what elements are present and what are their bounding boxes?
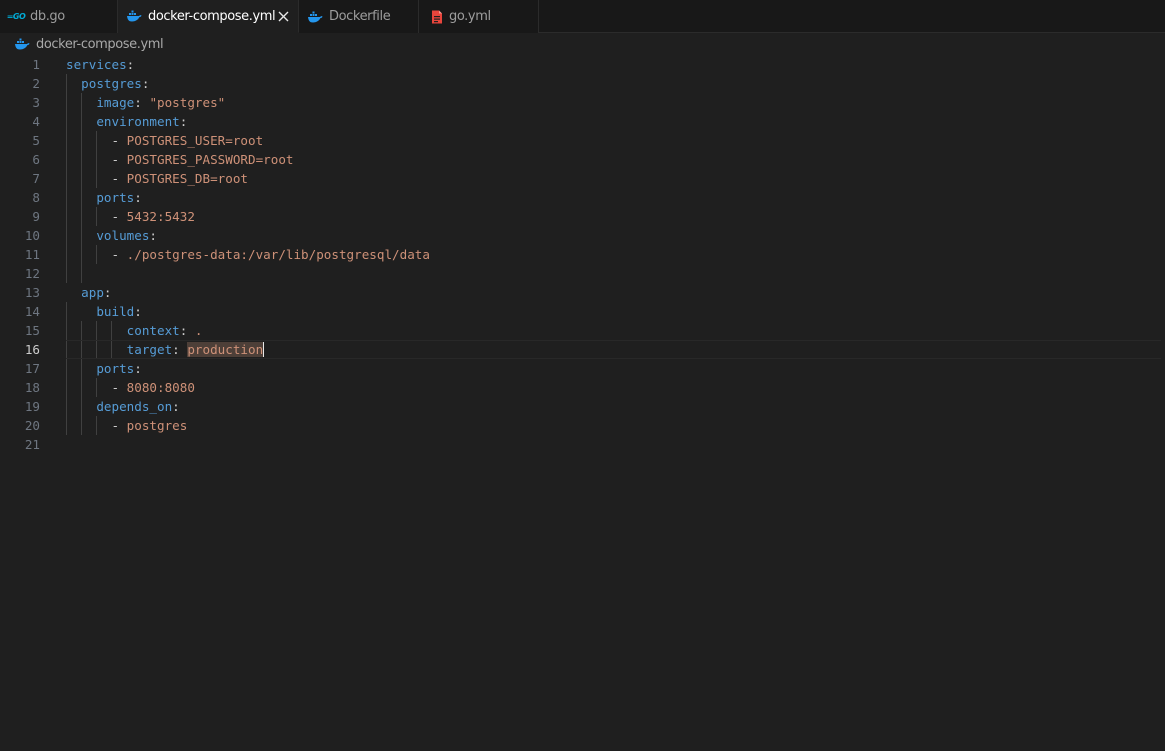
- code-line: 9 - 5432:5432: [0, 207, 1165, 226]
- editor-tab-bar: =GO db.go docker-compose.yml Dockerfile …: [0, 0, 1165, 33]
- code-line: 8 ports:: [0, 188, 1165, 207]
- tab-dockerfile[interactable]: Dockerfile: [299, 0, 419, 33]
- yaml-value: POSTGRES_PASSWORD=root: [126, 152, 294, 167]
- line-number: 14: [24, 304, 40, 319]
- code-line: 13 app:: [0, 283, 1165, 302]
- code-line: 19 depends_on:: [0, 397, 1165, 416]
- yaml-value: "postgres": [149, 95, 226, 110]
- yaml-value: ./postgres-data:/var/lib/postgresql/data: [126, 247, 430, 262]
- code-line: 17 ports:: [0, 359, 1165, 378]
- breadcrumb-file-label[interactable]: docker-compose.yml: [36, 37, 164, 52]
- code-line: 21: [0, 435, 1165, 454]
- yaml-value: 8080:8080: [126, 380, 195, 395]
- line-number: 2: [32, 76, 40, 91]
- line-number: 7: [32, 171, 40, 186]
- line-number: 1: [32, 57, 40, 72]
- code-line-current: 16 target: production: [0, 340, 1165, 359]
- line-number: 8: [32, 190, 40, 205]
- text-cursor: [263, 342, 265, 357]
- line-number: 12: [24, 266, 40, 281]
- tab-label: docker-compose.yml: [148, 8, 276, 24]
- yaml-key: services: [66, 57, 127, 72]
- line-number: 10: [24, 228, 40, 243]
- code-line: 20 - postgres: [0, 416, 1165, 435]
- code-line: 12: [0, 264, 1165, 283]
- docker-icon: [307, 11, 323, 23]
- yaml-key: build: [96, 304, 135, 319]
- yaml-key: postgres: [81, 76, 142, 91]
- code-line: 4 environment:: [0, 112, 1165, 131]
- yaml-key: image: [96, 95, 135, 110]
- go-icon: =GO: [6, 12, 26, 21]
- line-number: 17: [24, 361, 40, 376]
- tab-docker-compose-yml[interactable]: docker-compose.yml: [118, 0, 299, 33]
- code-line: 14 build:: [0, 302, 1165, 321]
- yaml-value: POSTGRES_USER=root: [126, 133, 264, 148]
- tab-db-go[interactable]: =GO db.go: [0, 0, 118, 33]
- code-line: 5 - POSTGRES_USER=root: [0, 131, 1165, 150]
- code-line: 11 - ./postgres-data:/var/lib/postgresql…: [0, 245, 1165, 264]
- code-line: 10 volumes:: [0, 226, 1165, 245]
- line-number: 20: [24, 418, 40, 433]
- line-number: 21: [24, 437, 40, 452]
- yaml-key: volumes: [96, 228, 150, 243]
- line-number: 18: [24, 380, 40, 395]
- line-number: 3: [32, 95, 40, 110]
- line-number: 9: [32, 209, 40, 224]
- yaml-key: ports: [96, 361, 135, 376]
- close-tab-button[interactable]: [276, 8, 290, 24]
- line-number: 15: [24, 323, 40, 338]
- yaml-key: app: [81, 285, 104, 300]
- line-number-current: 16: [24, 342, 40, 357]
- tab-label: db.go: [30, 9, 65, 24]
- docker-icon: [14, 38, 30, 50]
- selected-text[interactable]: production: [187, 342, 264, 357]
- yaml-key: environment: [96, 114, 180, 129]
- line-number: 4: [32, 114, 40, 129]
- yaml-value: POSTGRES_DB=root: [126, 171, 248, 186]
- yaml-key: target: [126, 342, 173, 357]
- yaml-colon: :: [126, 57, 135, 72]
- breadcrumb: docker-compose.yml: [0, 33, 1165, 55]
- docker-icon: [126, 10, 142, 22]
- code-line: 2 postgres:: [0, 74, 1165, 93]
- code-line: 3 image: "postgres": [0, 93, 1165, 112]
- code-line: 18 - 8080:8080: [0, 378, 1165, 397]
- line-number: 13: [24, 285, 40, 300]
- code-line: 1 services:: [0, 55, 1165, 74]
- yaml-value: 5432:5432: [126, 209, 195, 224]
- yaml-value: postgres: [126, 418, 188, 433]
- yaml-key: context: [126, 323, 180, 338]
- line-number: 11: [24, 247, 40, 262]
- close-icon: [278, 11, 288, 21]
- code-editor[interactable]: 1 services: 2 postgres: 3 image: "postgr…: [0, 55, 1165, 751]
- line-number: 19: [24, 399, 40, 414]
- yaml-key: ports: [96, 190, 135, 205]
- yaml-value: .: [194, 323, 203, 338]
- tab-label: go.yml: [449, 9, 491, 24]
- tab-label: Dockerfile: [329, 9, 391, 24]
- tab-go-yml[interactable]: go.yml: [419, 0, 539, 33]
- yaml-file-icon: [431, 10, 443, 24]
- code-line: 15 context: .: [0, 321, 1165, 340]
- line-number: 6: [32, 152, 40, 167]
- code-line: 7 - POSTGRES_DB=root: [0, 169, 1165, 188]
- code-line: 6 - POSTGRES_PASSWORD=root: [0, 150, 1165, 169]
- line-number: 5: [32, 133, 40, 148]
- yaml-key: depends_on: [96, 399, 173, 414]
